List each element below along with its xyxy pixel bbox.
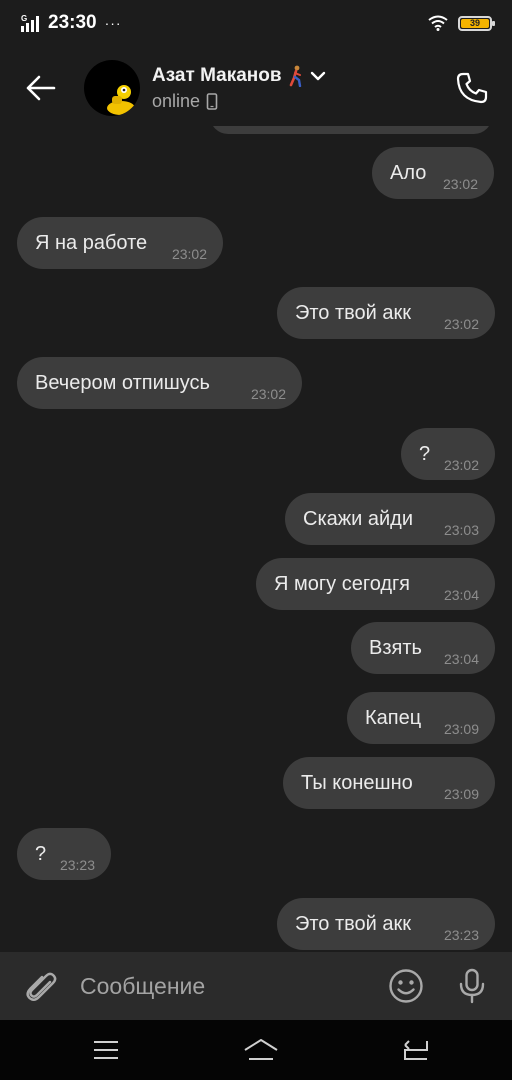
status-bar: G 23:30 ··· 39: [0, 0, 512, 46]
message-time: 23:02: [250, 386, 286, 402]
message-text: ?: [419, 442, 431, 465]
arrow-left-icon: [26, 75, 56, 101]
message-text: Это твой акк: [295, 301, 412, 324]
emoji-button[interactable]: [386, 966, 426, 1006]
attach-button[interactable]: [22, 966, 62, 1006]
message-time: 23:09: [443, 721, 479, 737]
microphone-icon: [459, 968, 485, 1004]
message-time: 23:02: [443, 316, 479, 332]
status-time: 23:30: [48, 12, 97, 33]
message-text: Вечером отпишусь: [35, 371, 210, 394]
message-composer: Сообщение: [0, 952, 512, 1020]
menu-button[interactable]: [84, 1028, 128, 1072]
message-text: Взять: [369, 636, 422, 659]
message-bubble-outgoing[interactable]: Капец 23:09: [347, 692, 495, 744]
call-button[interactable]: [448, 64, 496, 112]
message-bubble-outgoing[interactable]: Я могу сегодгя 23:04: [256, 558, 495, 610]
message-time: 23:09: [443, 786, 479, 802]
message-time: 23:23: [59, 857, 95, 873]
message-time: 23:02: [443, 457, 479, 473]
message-bubble-outgoing[interactable]: Скажи айди 23:03: [285, 493, 495, 545]
contact-name: Азат Маканов: [152, 64, 282, 86]
message-bubble-incoming[interactable]: Я на работе 23:02: [17, 217, 223, 269]
message-text: Ты конешно: [301, 771, 413, 794]
home-button[interactable]: [239, 1028, 283, 1072]
contact-status: online: [152, 90, 201, 111]
back-button[interactable]: [14, 61, 68, 115]
message-bubble-outgoing[interactable]: Взять 23:04: [351, 622, 495, 674]
back-nav-button[interactable]: [394, 1028, 438, 1072]
battery-icon: 39: [458, 15, 495, 31]
message-bubble-outgoing[interactable]: Ты конешно 23:09: [283, 757, 495, 809]
message-time: 23:03: [443, 522, 479, 538]
chat-header: Азат Маканов online: [0, 50, 512, 126]
message-time: 23:04: [443, 587, 479, 603]
wifi-icon: [428, 15, 448, 31]
message-text: Я могу сегодгя: [274, 572, 410, 595]
avatar-figure-icon: [107, 85, 135, 115]
message-time: 23:02: [442, 176, 478, 192]
message-time: 23:04: [443, 651, 479, 667]
message-bubble-outgoing[interactable]: ? 23:02: [401, 428, 495, 480]
system-nav-bar: [0, 1020, 512, 1080]
message-text: Я на работе: [35, 231, 148, 254]
message-bubble-partial: [210, 126, 492, 134]
message-bubble-outgoing[interactable]: Это твой акк 23:02: [277, 287, 495, 339]
home-icon: [244, 1039, 278, 1060]
contact-info[interactable]: Азат Маканов online: [152, 65, 326, 112]
network-type-label: G: [21, 14, 27, 23]
message-text: Ало: [390, 161, 427, 184]
voice-message-button[interactable]: [452, 966, 492, 1006]
chevron-down-icon[interactable]: [310, 70, 326, 82]
message-text: ?: [35, 842, 47, 865]
message-time: 23:23: [443, 927, 479, 943]
menu-icon: [94, 1041, 118, 1059]
back-nav-icon: [404, 1040, 428, 1060]
message-text: Капец: [365, 706, 422, 729]
phone-device-icon: [206, 92, 218, 110]
message-time: 23:02: [171, 246, 207, 262]
walking-person-icon: [289, 65, 301, 87]
message-bubble-outgoing[interactable]: Ало 23:02: [372, 147, 494, 199]
message-list[interactable]: Ало 23:02 Я на работе 23:02 Это твой акк…: [0, 126, 512, 952]
paperclip-icon: [26, 972, 57, 1001]
phone-icon: [456, 72, 488, 104]
avatar[interactable]: [84, 60, 140, 116]
smiley-icon: [389, 969, 423, 1003]
message-bubble-incoming[interactable]: ? 23:23: [17, 828, 111, 880]
signal-icon: G: [21, 14, 39, 32]
battery-level: 39: [469, 18, 480, 28]
status-more-icon: ···: [104, 15, 122, 31]
message-input[interactable]: Сообщение: [80, 973, 386, 1000]
message-bubble-outgoing[interactable]: Это твой акк 23:23: [277, 898, 495, 950]
message-text: Это твой акк: [295, 912, 412, 935]
message-text: Скажи айди: [303, 507, 413, 530]
message-bubble-incoming[interactable]: Вечером отпишусь 23:02: [17, 357, 302, 409]
